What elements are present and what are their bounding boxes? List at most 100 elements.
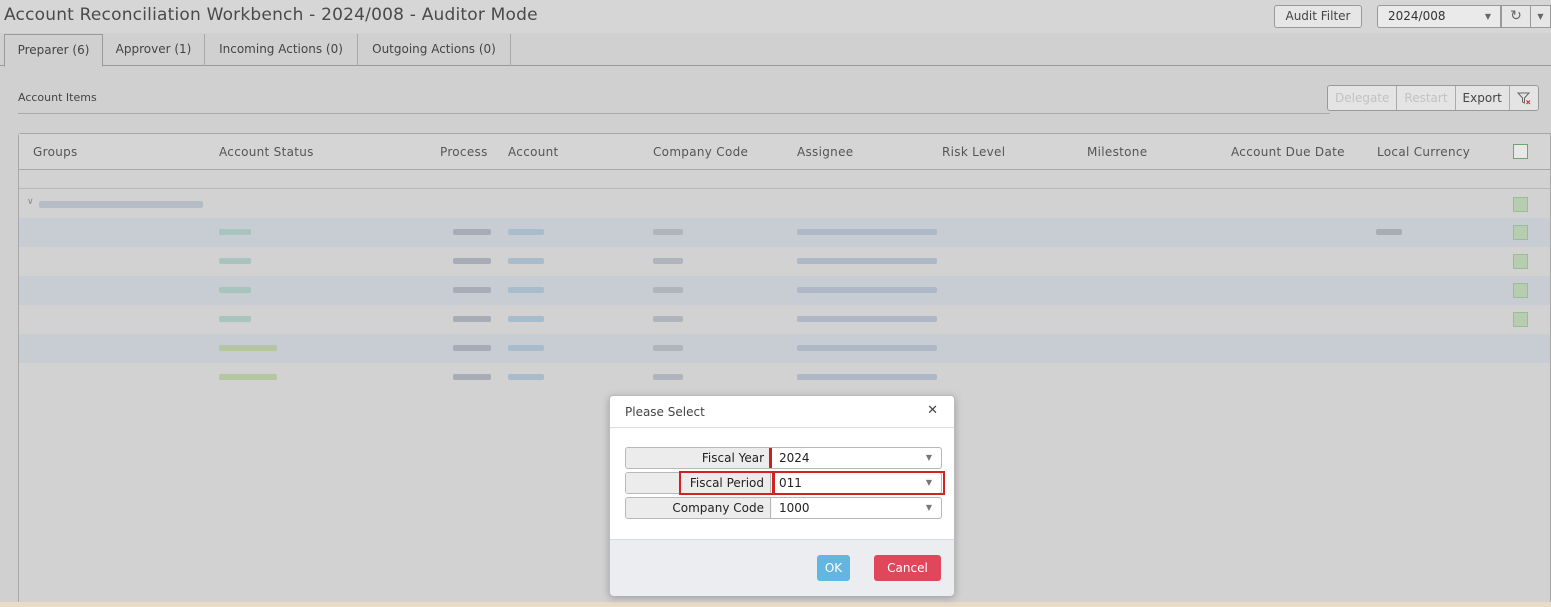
company-code-select[interactable]: 1000 ▼: [772, 498, 941, 518]
row-checkbox[interactable]: [1513, 283, 1528, 298]
fiscal-period-field[interactable]: Fiscal Period 011 ▼: [625, 471, 945, 495]
account-redacted[interactable]: [508, 374, 544, 380]
table-row[interactable]: [19, 363, 1550, 392]
fiscal-year-field[interactable]: Fiscal Year 2024 ▼: [625, 447, 942, 469]
company-code-label: Company Code: [626, 498, 771, 518]
chevron-down-icon[interactable]: ∨: [27, 197, 34, 207]
cancel-button[interactable]: Cancel: [874, 555, 941, 581]
process-redacted: [453, 374, 491, 380]
period-select[interactable]: 2024/008 ▼: [1377, 5, 1501, 28]
process-redacted: [453, 258, 491, 264]
title-bar: Account Reconciliation Workbench - 2024/…: [0, 0, 1551, 33]
company-code-field[interactable]: Company Code 1000 ▼: [625, 497, 942, 519]
assignee-redacted: [797, 345, 937, 351]
process-redacted: [453, 287, 491, 293]
close-icon[interactable]: ✕: [927, 403, 938, 418]
divider: [18, 113, 1330, 114]
dialog-footer: OK Cancel: [610, 539, 954, 596]
assignee-redacted: [797, 374, 937, 380]
column-header-assignee[interactable]: Assignee: [797, 145, 853, 159]
caret-down-icon: ▼: [925, 503, 932, 512]
audit-filter-button[interactable]: Audit Filter: [1274, 5, 1362, 28]
caret-down-icon: ▼: [1484, 12, 1491, 21]
account-redacted[interactable]: [508, 287, 544, 293]
company-code-redacted: [653, 258, 683, 264]
refresh-icon: ↻: [1510, 8, 1522, 24]
row-checkbox[interactable]: [1513, 254, 1528, 269]
account-redacted[interactable]: [508, 258, 544, 264]
bottom-strip: [0, 602, 1551, 607]
assignee-redacted: [797, 258, 937, 264]
grid-header: Groups Account Status Process Account Co…: [19, 134, 1550, 170]
fiscal-year-value: 2024: [779, 451, 810, 465]
column-header-milestone[interactable]: Milestone: [1087, 145, 1147, 159]
tab-preparer[interactable]: Preparer (6): [4, 34, 103, 67]
process-redacted: [453, 345, 491, 351]
row-checkbox[interactable]: [1513, 197, 1528, 212]
panel-title: Account Items: [18, 91, 97, 104]
process-redacted: [453, 229, 491, 235]
highlight-box: [679, 471, 774, 495]
table-row[interactable]: [19, 218, 1550, 247]
delegate-button[interactable]: Delegate: [1328, 86, 1398, 110]
column-header-risk-level[interactable]: Risk Level: [942, 145, 1005, 159]
account-status-redacted: [219, 374, 277, 380]
tab-outgoing-actions[interactable]: Outgoing Actions (0): [358, 34, 511, 66]
table-row[interactable]: [19, 305, 1550, 334]
account-status-redacted: [219, 258, 251, 264]
assignee-redacted: [797, 287, 937, 293]
cursor-marker: [769, 448, 772, 468]
column-header-account-status[interactable]: Account Status: [219, 145, 314, 159]
column-header-local-currency[interactable]: Local Currency: [1377, 145, 1470, 159]
row-checkbox[interactable]: [1513, 312, 1528, 327]
more-options-button[interactable]: ▼: [1531, 5, 1551, 28]
row-checkbox[interactable]: [1513, 225, 1528, 240]
account-redacted[interactable]: [508, 316, 544, 322]
table-row[interactable]: [19, 276, 1550, 305]
account-status-redacted: [219, 229, 251, 235]
column-header-account-due-date[interactable]: Account Due Date: [1231, 145, 1345, 159]
company-code-redacted: [653, 287, 683, 293]
export-button[interactable]: Export: [1456, 86, 1510, 110]
group-label-redacted: [39, 201, 203, 208]
filter-clear-icon: [1516, 92, 1531, 105]
tab-incoming-actions[interactable]: Incoming Actions (0): [205, 34, 358, 66]
tab-bar: Preparer (6) Approver (1) Incoming Actio…: [0, 33, 1551, 67]
account-status-redacted: [219, 287, 251, 293]
process-redacted: [453, 316, 491, 322]
dialog-title: Please Select: [625, 405, 705, 419]
fiscal-year-select[interactable]: 2024 ▼: [772, 448, 941, 468]
please-select-dialog: Please Select ✕ Fiscal Year 2024 ▼ Fisca…: [609, 395, 955, 596]
column-header-process[interactable]: Process: [440, 145, 488, 159]
account-status-redacted: [219, 316, 251, 322]
company-code-redacted: [653, 229, 683, 235]
chevron-down-icon: ▼: [1537, 12, 1544, 21]
refresh-button[interactable]: ↻: [1501, 5, 1531, 28]
ok-button[interactable]: OK: [817, 555, 850, 581]
assignee-redacted: [797, 229, 937, 235]
company-code-redacted: [653, 345, 683, 351]
account-status-redacted: [219, 345, 277, 351]
account-redacted[interactable]: [508, 229, 544, 235]
column-header-groups[interactable]: Groups: [33, 145, 78, 159]
filter-clear-button[interactable]: [1510, 86, 1538, 110]
app-title: Account Reconciliation Workbench - 2024/…: [4, 5, 538, 25]
local-currency-redacted: [1376, 229, 1402, 235]
company-code-redacted: [653, 316, 683, 322]
company-code-value: 1000: [779, 501, 810, 515]
select-all-checkbox[interactable]: [1513, 144, 1528, 159]
account-redacted[interactable]: [508, 345, 544, 351]
dialog-body: Fiscal Year 2024 ▼ Fiscal Period 011 ▼ C…: [610, 429, 954, 539]
table-row[interactable]: [19, 334, 1550, 363]
restart-button[interactable]: Restart: [1397, 86, 1456, 110]
tab-approver[interactable]: Approver (1): [103, 34, 205, 66]
column-header-account[interactable]: Account: [508, 145, 559, 159]
column-header-company-code[interactable]: Company Code: [653, 145, 748, 159]
fiscal-year-label: Fiscal Year: [626, 448, 771, 468]
grid-toolbar: Delegate Restart Export: [1327, 85, 1539, 111]
group-row[interactable]: ∨: [19, 191, 1550, 219]
company-code-redacted: [653, 374, 683, 380]
dialog-header: Please Select ✕: [610, 396, 954, 428]
table-row[interactable]: [19, 247, 1550, 276]
period-select-value: 2024/008: [1388, 9, 1446, 23]
